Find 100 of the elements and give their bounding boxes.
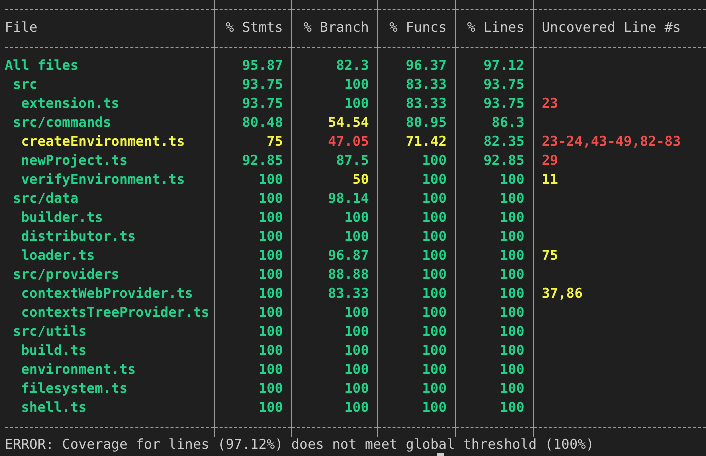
coverage-value: 96.87 — [328, 247, 370, 266]
file-name: environment.ts — [21, 362, 136, 378]
coverage-value: 100 — [258, 190, 284, 209]
coverage-value: 100 — [258, 361, 284, 380]
coverage-value: 100 — [500, 266, 525, 285]
coverage-value: 100 — [422, 247, 447, 266]
coverage-value: 100 — [422, 342, 447, 361]
file-name: All files — [5, 58, 79, 74]
coverage-value: 100 — [500, 171, 525, 190]
file-name: src/utils — [13, 324, 87, 340]
uncovered-lines: 29 — [542, 152, 558, 171]
file-name: src — [13, 77, 38, 93]
uncovered-lines: 75 — [542, 247, 558, 266]
column-header: Uncovered Line #s — [542, 19, 682, 38]
coverage-value: 100 — [422, 380, 447, 399]
coverage-value: 100 — [258, 228, 284, 247]
terminal-cursor — [437, 453, 444, 456]
coverage-value: 98.14 — [328, 190, 370, 209]
coverage-value: 100 — [422, 209, 447, 228]
coverage-value: 83.33 — [328, 285, 370, 304]
coverage-value: 92.85 — [242, 152, 284, 171]
coverage-value: 100 — [500, 247, 525, 266]
coverage-value: 100 — [258, 304, 284, 323]
coverage-value: 80.95 — [406, 114, 447, 133]
file-name: contextsTreeProvider.ts — [21, 305, 210, 321]
file-name: shell.ts — [21, 400, 87, 416]
file-name: loader.ts — [21, 248, 96, 264]
coverage-value: 100 — [422, 323, 447, 342]
file-name: filesystem.ts — [21, 381, 128, 397]
uncovered-lines: 37,86 — [542, 285, 583, 304]
coverage-value: 50 — [352, 171, 370, 190]
column-header: % Branch — [304, 19, 370, 38]
file-name: extension.ts — [21, 96, 120, 112]
file-name: contextWebProvider.ts — [21, 286, 194, 302]
coverage-value: 100 — [500, 228, 525, 247]
coverage-value: 100 — [422, 399, 447, 418]
coverage-value: 80.48 — [242, 114, 284, 133]
coverage-value: 100 — [500, 380, 525, 399]
coverage-value: 83.33 — [406, 95, 447, 114]
coverage-value: 100 — [500, 361, 525, 380]
coverage-value: 95.87 — [242, 57, 284, 76]
file-name: src/commands — [13, 115, 112, 131]
coverage-value: 100 — [258, 342, 284, 361]
coverage-value: 100 — [500, 285, 525, 304]
coverage-value: 97.12 — [484, 57, 525, 76]
coverage-value: 100 — [422, 190, 447, 209]
coverage-value: 100 — [500, 342, 525, 361]
coverage-value: 54.54 — [328, 114, 370, 133]
coverage-value: 100 — [258, 266, 284, 285]
coverage-value: 100 — [258, 399, 284, 418]
coverage-value: 93.75 — [242, 76, 284, 95]
file-name: src/data — [13, 191, 79, 207]
coverage-value: 100 — [344, 209, 370, 228]
coverage-value: 100 — [258, 285, 284, 304]
file-name: createEnvironment.ts — [21, 134, 186, 150]
coverage-value: 100 — [344, 228, 370, 247]
file-name: build.ts — [21, 343, 87, 359]
coverage-value: 100 — [258, 247, 284, 266]
error-message: ERROR: Coverage for lines (97.12%) does not meet global threshold (100%) — [5, 437, 594, 453]
coverage-value: 100 — [344, 304, 370, 323]
coverage-value: 100 — [344, 76, 370, 95]
coverage-value: 88.88 — [328, 266, 370, 285]
coverage-value: 100 — [500, 209, 525, 228]
coverage-value: 92.85 — [484, 152, 525, 171]
column-header: % Stmts — [226, 19, 284, 38]
coverage-value: 100 — [258, 209, 284, 228]
coverage-value: 83.33 — [406, 76, 447, 95]
coverage-value: 100 — [422, 361, 447, 380]
coverage-value: 100 — [344, 95, 370, 114]
uncovered-lines: 23-24,43-49,82-83 — [542, 133, 682, 152]
coverage-value: 100 — [258, 380, 284, 399]
coverage-value: 93.75 — [242, 95, 284, 114]
coverage-value: 100 — [344, 361, 370, 380]
coverage-value: 100 — [500, 323, 525, 342]
coverage-value: 96.37 — [406, 57, 447, 76]
coverage-value: 100 — [344, 342, 370, 361]
coverage-value: 100 — [422, 266, 447, 285]
column-header: % Funcs — [390, 19, 447, 38]
column-header: % Lines — [467, 19, 525, 38]
coverage-value: 100 — [258, 323, 284, 342]
coverage-value: 100 — [344, 380, 370, 399]
coverage-value: 100 — [500, 190, 525, 209]
uncovered-lines: 23 — [542, 95, 558, 114]
coverage-value: 47.05 — [328, 133, 370, 152]
coverage-value: 100 — [422, 152, 447, 171]
coverage-value: 100 — [500, 399, 525, 418]
file-name: verifyEnvironment.ts — [21, 172, 186, 188]
file-name: distributor.ts — [21, 229, 136, 245]
coverage-value: 100 — [258, 171, 284, 190]
coverage-value: 93.75 — [484, 95, 525, 114]
coverage-value: 86.3 — [492, 114, 525, 133]
coverage-value: 100 — [500, 304, 525, 323]
coverage-value: 100 — [344, 323, 370, 342]
coverage-value: 71.42 — [406, 133, 447, 152]
coverage-value: 82.35 — [484, 133, 525, 152]
coverage-value: 100 — [422, 285, 447, 304]
file-name: src/providers — [13, 267, 120, 283]
coverage-value: 100 — [422, 228, 447, 247]
coverage-value: 93.75 — [484, 76, 525, 95]
file-name: newProject.ts — [21, 153, 128, 169]
